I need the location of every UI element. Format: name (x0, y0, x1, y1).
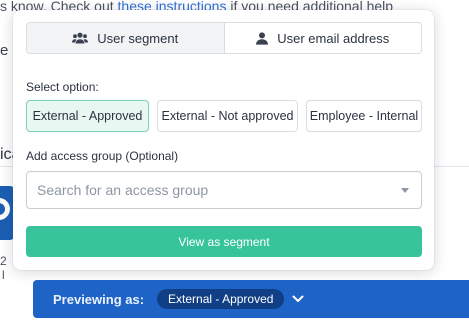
tab-user-email-address-label: User email address (277, 30, 390, 46)
access-group-placeholder: Search for an access group (37, 182, 209, 198)
preview-label: Previewing as: (53, 291, 145, 307)
preview-as-popup: User segment User email address Select o… (13, 10, 434, 270)
user-icon (256, 31, 269, 45)
background-fragment-l: l (2, 268, 5, 282)
access-group-label: Add access group (Optional) (26, 149, 179, 163)
preview-bar: Previewing as: External - Approved (33, 280, 469, 318)
app-logo-icon (0, 186, 14, 240)
tab-user-segment-label: User segment (97, 30, 179, 46)
select-option-label: Select option: (26, 80, 99, 94)
users-icon (72, 32, 89, 44)
background-fragment-2: 2 (0, 254, 7, 268)
background-fragment-e: e (0, 42, 9, 59)
chevron-down-icon[interactable] (292, 295, 304, 303)
view-as-segment-button[interactable]: View as segment (26, 226, 422, 257)
option-external-approved[interactable]: External - Approved (26, 100, 149, 132)
caret-down-icon (401, 188, 409, 193)
option-employee-internal[interactable]: Employee - Internal (306, 100, 422, 132)
tab-user-segment[interactable]: User segment (27, 23, 225, 53)
preview-segment-badge: External - Approved (157, 289, 285, 309)
option-external-not-approved[interactable]: External - Not approved (157, 100, 298, 132)
preview-mode-toggle: User segment User email address (26, 22, 422, 54)
access-group-select[interactable]: Search for an access group (26, 171, 422, 209)
tab-user-email-address[interactable]: User email address (225, 23, 422, 53)
